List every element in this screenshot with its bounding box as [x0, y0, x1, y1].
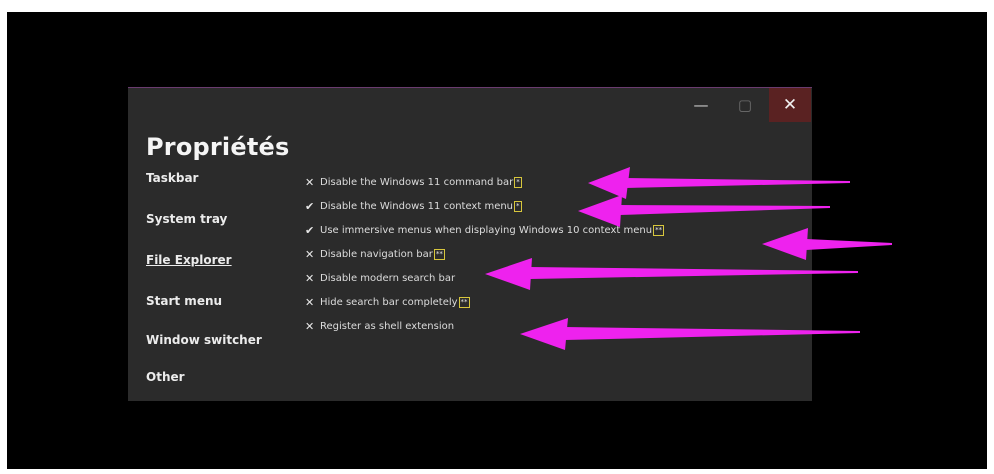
annotation-arrows	[485, 167, 892, 350]
arrow-shaft	[565, 327, 860, 340]
arrowhead	[578, 195, 622, 227]
arrow-shaft	[625, 178, 850, 188]
arrow-shaft	[806, 239, 892, 250]
arrowhead	[485, 258, 532, 290]
arrow-shaft	[530, 267, 858, 279]
annotation-arrow-4	[485, 258, 858, 290]
annotation-arrow-3	[762, 228, 892, 260]
annotation-arrow-1	[588, 167, 850, 199]
annotation-arrow-2	[578, 195, 830, 227]
arrowhead	[520, 318, 568, 350]
arrowhead	[588, 167, 630, 199]
annotation-arrow-5	[520, 318, 860, 350]
arrowhead	[762, 228, 808, 260]
arrow-shaft	[620, 205, 830, 215]
